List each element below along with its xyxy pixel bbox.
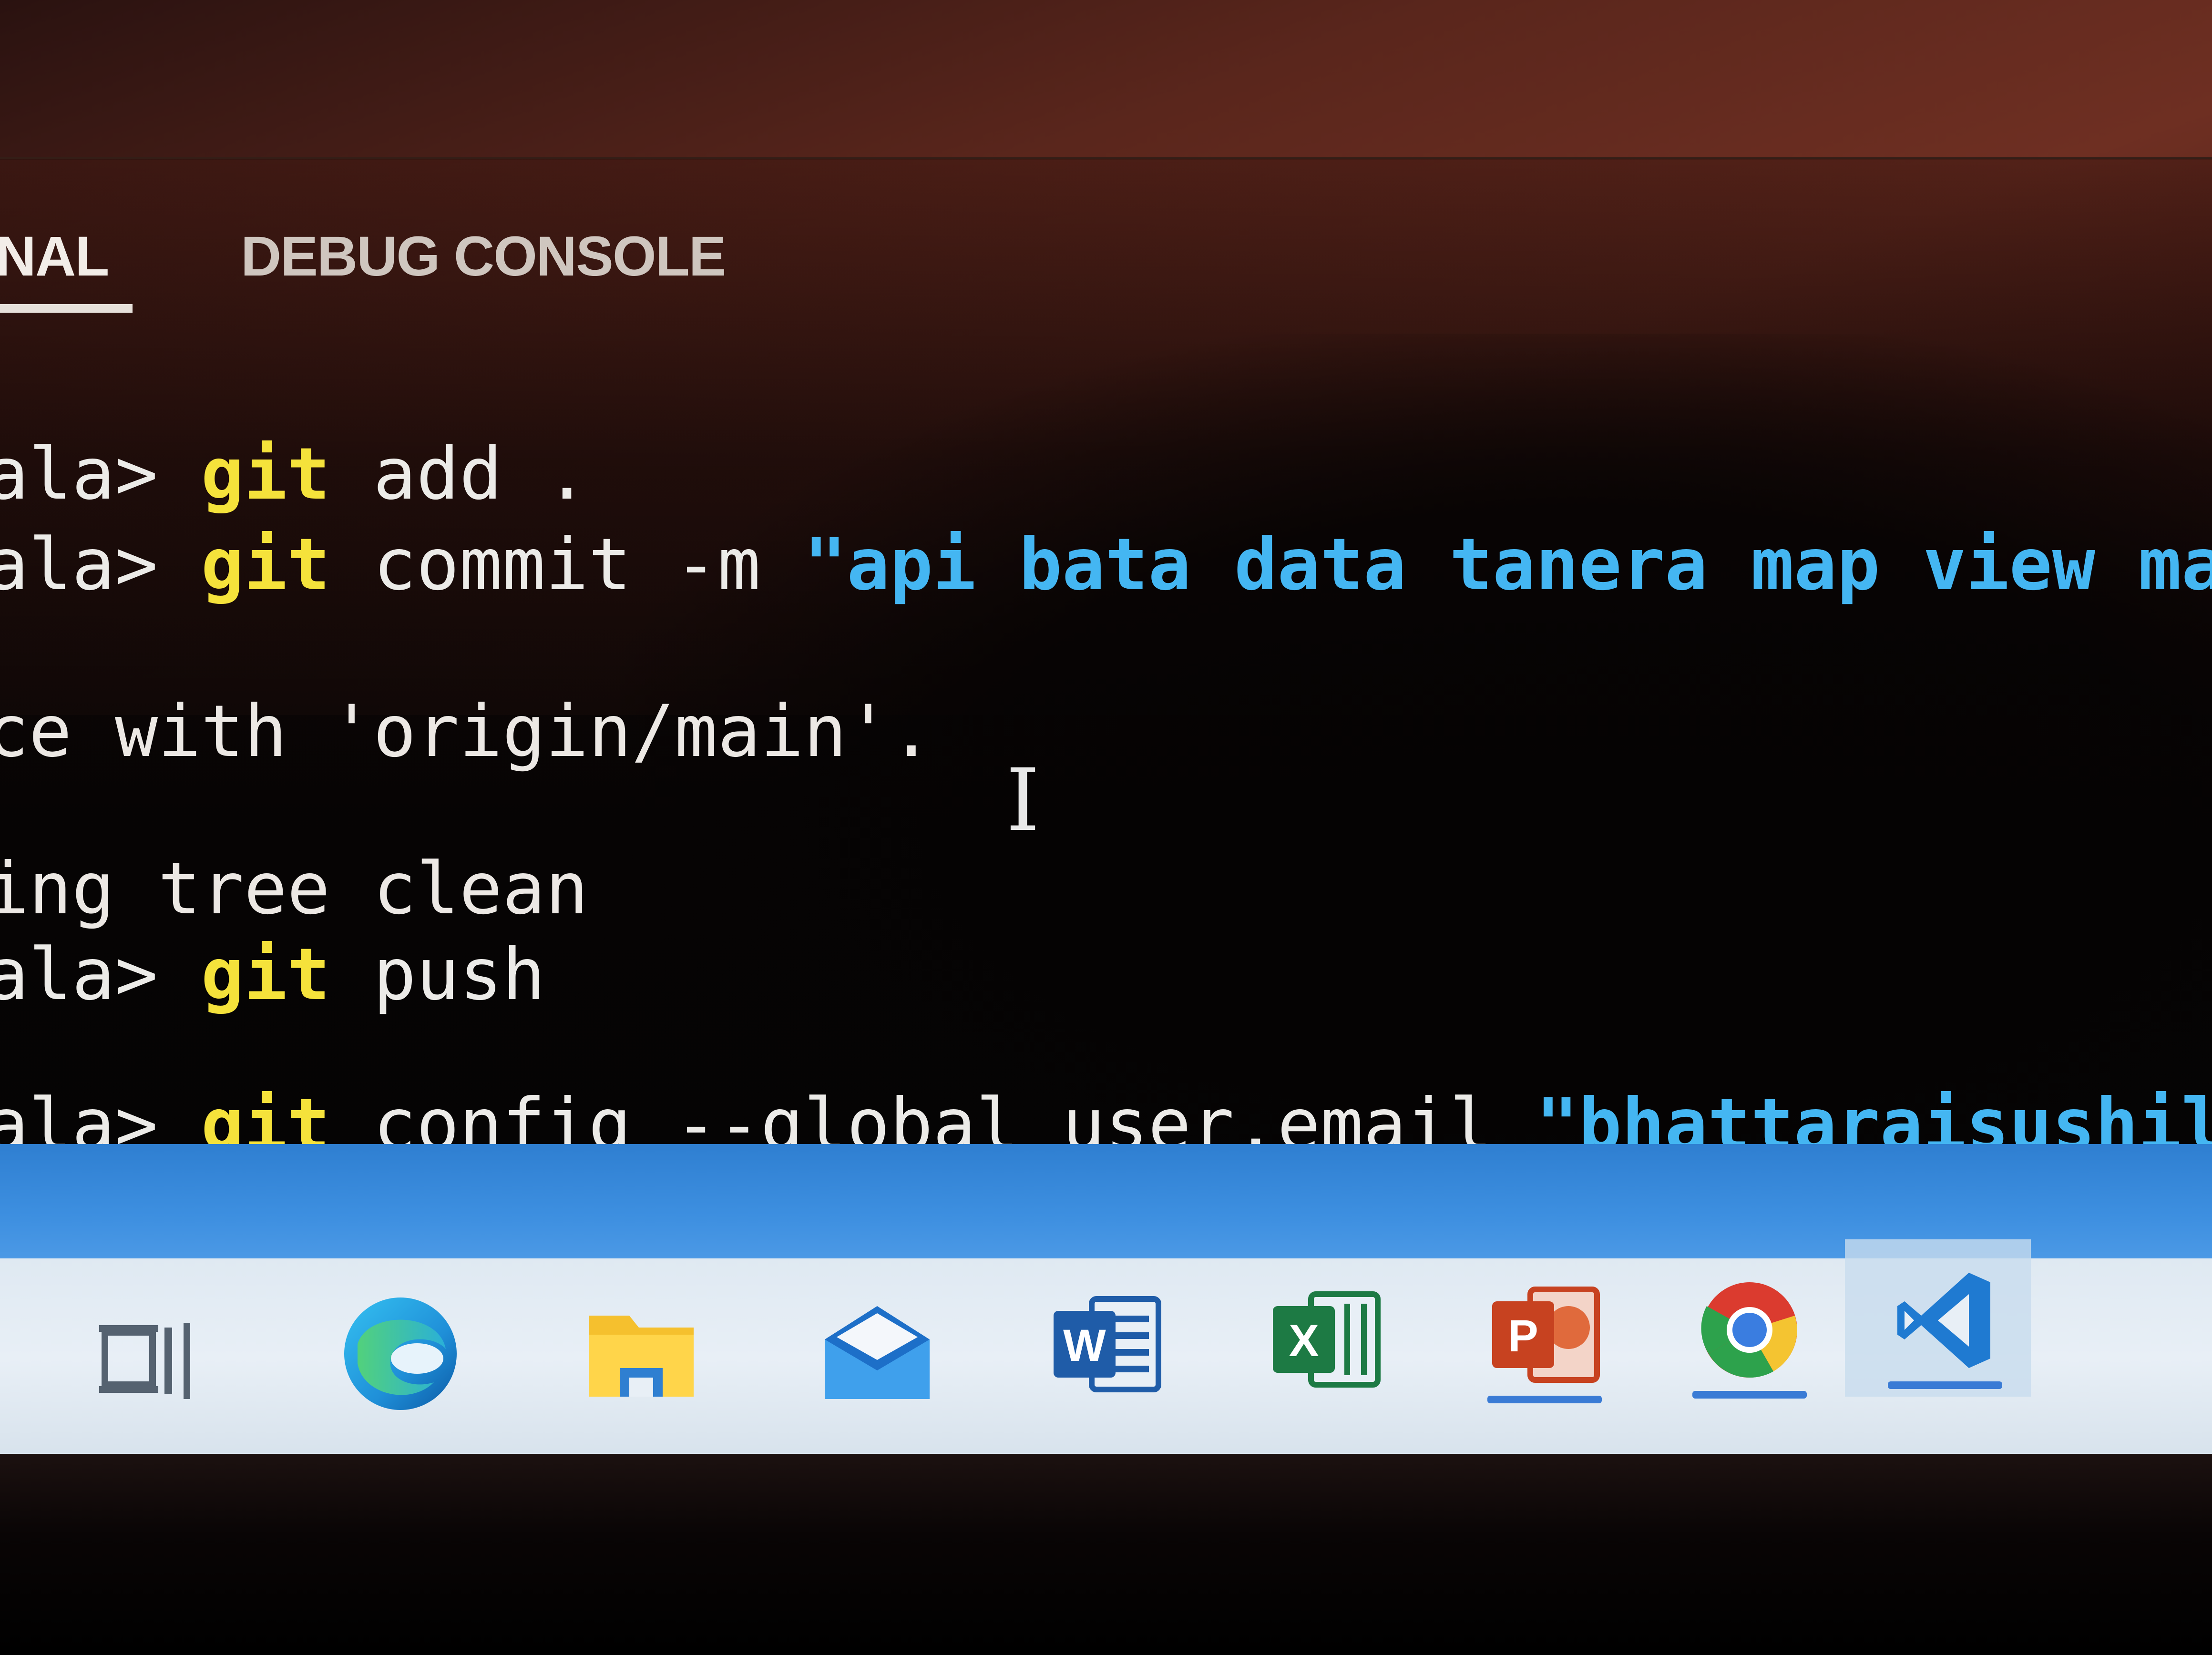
excel-icon: X [1273,1291,1381,1388]
terminal-line: ce with 'origin/main'. [0,696,933,767]
chrome-button[interactable] [1678,1258,1821,1401]
chrome-icon [1701,1282,1797,1378]
output-text: ce with 'origin/main'. [0,690,933,773]
vscode-button[interactable] [1874,1249,2017,1392]
terminal-line: ing tree clean [0,853,588,925]
git-keyword: git [201,933,330,1016]
terminal-prompt: ala> [0,523,158,606]
word-glyph: W [1063,1320,1106,1371]
panel-tab-bar: INAL DEBUG CONSOLE [0,200,2212,324]
running-indicator [1888,1381,2002,1389]
git-keyword: git [201,523,330,606]
running-indicator [1487,1396,1602,1403]
command-args: commit -m [330,523,804,606]
command-args: push [330,933,546,1016]
tab-debug-console[interactable]: DEBUG CONSOLE [241,224,726,289]
word-button[interactable]: W [1034,1273,1178,1416]
task-view-icon [99,1323,190,1399]
commit-message-string: "api bata data tanera map view ma lagexu… [803,523,2212,606]
task-view-button[interactable] [76,1287,219,1430]
output-text: ing tree clean [0,848,589,930]
powerpoint-icon: P [1492,1287,1600,1383]
monitor-bezel-bottom [0,1454,2212,1655]
terminal-line: ala> git push [0,939,545,1011]
terminal-prompt: ala> [0,433,158,516]
photo-of-screen: INAL DEBUG CONSOLE ala> git add . ala> g… [0,0,2212,1655]
terminal-prompt: ala> [0,933,158,1016]
file-explorer-button[interactable] [570,1282,713,1425]
powerpoint-glyph: P [1508,1311,1538,1361]
edge-icon [344,1297,457,1410]
active-tab-underline [0,304,133,313]
git-keyword: git [201,433,330,516]
file-explorer-icon [589,1316,694,1397]
word-icon: W [1054,1296,1161,1392]
edge-button[interactable] [329,1282,472,1425]
mail-button[interactable] [806,1282,949,1425]
tab-terminal[interactable]: INAL [0,224,109,289]
terminal-line: ala> git add . [0,439,588,510]
terminal-line: ala> git commit -m "api bata data tanera… [0,529,2212,601]
excel-glyph: X [1289,1316,1319,1366]
excel-button[interactable]: X [1254,1268,1397,1411]
command-args: add . [330,433,589,516]
powerpoint-button[interactable]: P [1473,1263,1616,1406]
vscode-icon [1897,1273,1990,1368]
running-indicator [1692,1391,1807,1399]
mail-icon [825,1306,930,1399]
ibeam-cursor-icon: I [1006,751,1040,850]
